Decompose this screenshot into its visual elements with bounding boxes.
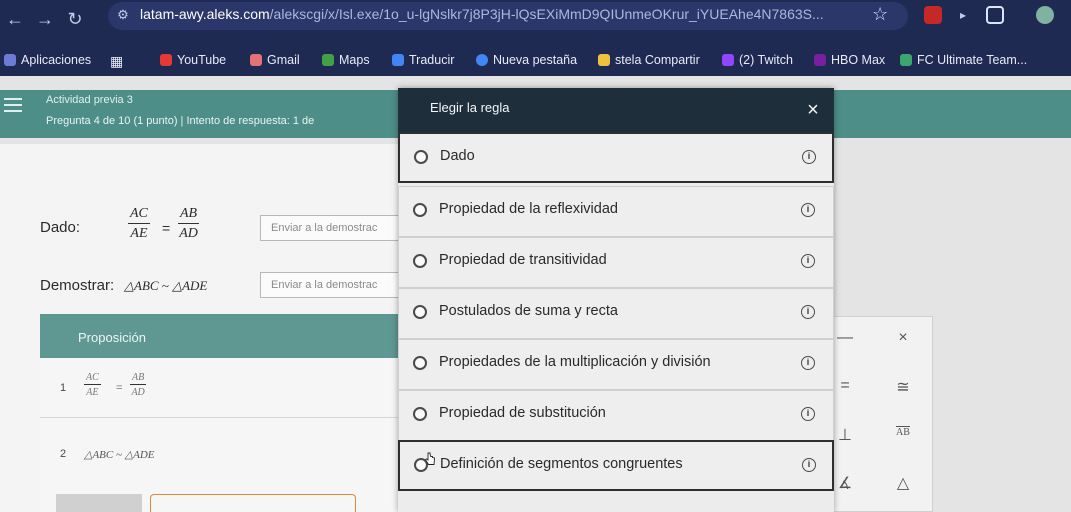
option-substitucion[interactable]: Propiedad de substitución i	[398, 390, 834, 441]
row-fraction-1: AC AE	[84, 372, 101, 398]
submit-given-box[interactable]: Enviar a la demostrac	[260, 215, 410, 241]
back-icon[interactable]: ←	[4, 8, 26, 30]
bookmark-traducir[interactable]: Traducir	[392, 53, 454, 67]
perpendicular-tool[interactable]: ⊥	[830, 425, 860, 445]
radio-icon[interactable]	[413, 407, 427, 421]
choose-rule-modal: Elegir la regla × Dado i Propiedad de la…	[398, 88, 834, 512]
radio-icon[interactable]	[413, 203, 427, 217]
hamburger-menu-icon[interactable]	[4, 98, 22, 112]
bookmark-maps[interactable]: Maps	[322, 53, 370, 67]
modal-title: Elegir la regla	[430, 100, 510, 115]
info-icon[interactable]: i	[801, 407, 815, 421]
given-fraction-1: AC AE	[128, 206, 150, 241]
bookmark-fc-ultimate[interactable]: FC Ultimate Team...	[900, 53, 1027, 67]
minimize-icon[interactable]: —	[830, 329, 860, 347]
site-info-icon[interactable]: ⚙	[112, 4, 134, 26]
option-transitividad[interactable]: Propiedad de transitividad i	[398, 237, 834, 288]
gray-bar	[56, 494, 142, 512]
equals-tool[interactable]: =	[830, 377, 860, 395]
bookmark-aplicaciones[interactable]: Aplicaciones	[4, 53, 91, 67]
option-label: Dado	[440, 148, 475, 164]
hbo-icon	[814, 54, 826, 66]
next-step-box[interactable]	[150, 494, 356, 512]
proposition-table: Proposición 1 AC AE = AB AD 2 △ABC ~ △AD…	[40, 314, 400, 512]
stela-icon	[598, 54, 610, 66]
bookmark-nueva-pestana[interactable]: Nueva pestaña	[476, 53, 577, 67]
twitch-icon	[722, 54, 734, 66]
option-dado[interactable]: Dado i	[398, 132, 834, 183]
option-label: Propiedad de transitividad	[439, 252, 607, 268]
row-number: 1	[60, 382, 67, 394]
bookmark-twitch[interactable]: (2) Twitch	[722, 53, 793, 67]
url-text[interactable]: latam-awy.aleks.com/alekscgi/x/Isl.exe/1…	[140, 6, 860, 22]
gmail-icon	[250, 54, 262, 66]
apps-icon	[4, 54, 16, 66]
bookmark-youtube[interactable]: YouTube	[160, 53, 226, 67]
row-statement: △ABC ~ △ADE	[84, 449, 155, 461]
bookmark-gmail[interactable]: Gmail	[250, 53, 300, 67]
close-icon[interactable]: ×	[802, 100, 824, 122]
grid-icon[interactable]: ▦	[110, 53, 123, 70]
option-label: Propiedades de la multiplicación y divis…	[439, 354, 711, 370]
info-icon[interactable]: i	[801, 356, 815, 370]
bookmarks-bar: Aplicaciones ▦ YouTube Gmail Maps Traduc…	[0, 46, 1071, 76]
proposition-header: Proposición	[40, 314, 400, 358]
bookmark-star-icon[interactable]: ☆	[872, 4, 888, 25]
extensions-puzzle-icon[interactable]	[986, 6, 1004, 24]
option-label: Definición de segmentos congruentes	[440, 456, 683, 472]
info-icon[interactable]: i	[802, 458, 816, 472]
triangle-tool[interactable]: △	[888, 473, 918, 493]
maps-icon	[322, 54, 334, 66]
table-row[interactable]: 1 AC AE = AB AD	[40, 358, 400, 418]
youtube-icon	[160, 54, 172, 66]
option-segmentos-congruentes[interactable]: Definición de segmentos congruentes i	[398, 440, 834, 491]
radio-icon[interactable]	[413, 356, 427, 370]
submit-prove-box[interactable]: Enviar a la demostrac	[260, 272, 410, 298]
browser-toolbar: ← → ↻ ⚙ latam-awy.aleks.com/alekscgi/x/I…	[0, 0, 1071, 46]
modal-header: Elegir la regla ×	[398, 88, 834, 132]
fc-icon	[900, 54, 912, 66]
option-label: Propiedad de substitución	[439, 405, 606, 421]
forward-icon[interactable]: →	[34, 8, 56, 30]
google-icon	[476, 54, 488, 66]
table-row[interactable]: 2 △ABC ~ △ADE	[40, 418, 400, 478]
hand-cursor-icon	[424, 452, 435, 465]
play-icon[interactable]: ▸	[952, 4, 974, 26]
radio-icon[interactable]	[414, 150, 428, 164]
reload-icon[interactable]: ↻	[64, 8, 86, 30]
prove-label: Demostrar:	[40, 277, 115, 294]
info-icon[interactable]: i	[801, 254, 815, 268]
option-label: Postulados de suma y recta	[439, 303, 618, 319]
row-fraction-2: AB AD	[130, 372, 147, 398]
bookmark-stela[interactable]: stela Compartir	[598, 53, 700, 67]
measured-angle-tool[interactable]: ∡	[830, 473, 860, 493]
option-reflexividad[interactable]: Propiedad de la reflexividad i	[398, 186, 834, 237]
prove-statement: △ABC ~ △ADE	[124, 278, 208, 293]
info-icon[interactable]: i	[802, 150, 816, 164]
segment-tool[interactable]: AB	[888, 427, 918, 438]
equals-sign: =	[162, 220, 171, 236]
given-fraction-2: AB AD	[178, 206, 200, 241]
row-equals: =	[116, 382, 123, 394]
question-info: Pregunta 4 de 10 (1 punto) | Intento de …	[46, 115, 315, 127]
tools-close-icon[interactable]: ×	[888, 329, 918, 347]
extension-icon[interactable]	[924, 6, 942, 24]
translate-icon	[392, 54, 404, 66]
info-icon[interactable]: i	[801, 305, 815, 319]
info-icon[interactable]: i	[801, 203, 815, 217]
radio-icon[interactable]	[413, 254, 427, 268]
bookmark-hbo[interactable]: HBO Max	[814, 53, 885, 67]
option-suma-recta[interactable]: Postulados de suma y recta i	[398, 288, 834, 339]
congruent-tool[interactable]: ≅	[888, 377, 918, 397]
radio-icon[interactable]	[413, 305, 427, 319]
activity-label: Actividad previa 3	[46, 94, 133, 106]
option-multiplicacion-division[interactable]: Propiedades de la multiplicación y divis…	[398, 339, 834, 390]
row-number: 2	[60, 448, 67, 460]
option-label: Propiedad de la reflexividad	[439, 201, 618, 217]
given-label: Dado:	[40, 219, 81, 236]
profile-icon[interactable]	[1036, 6, 1054, 24]
